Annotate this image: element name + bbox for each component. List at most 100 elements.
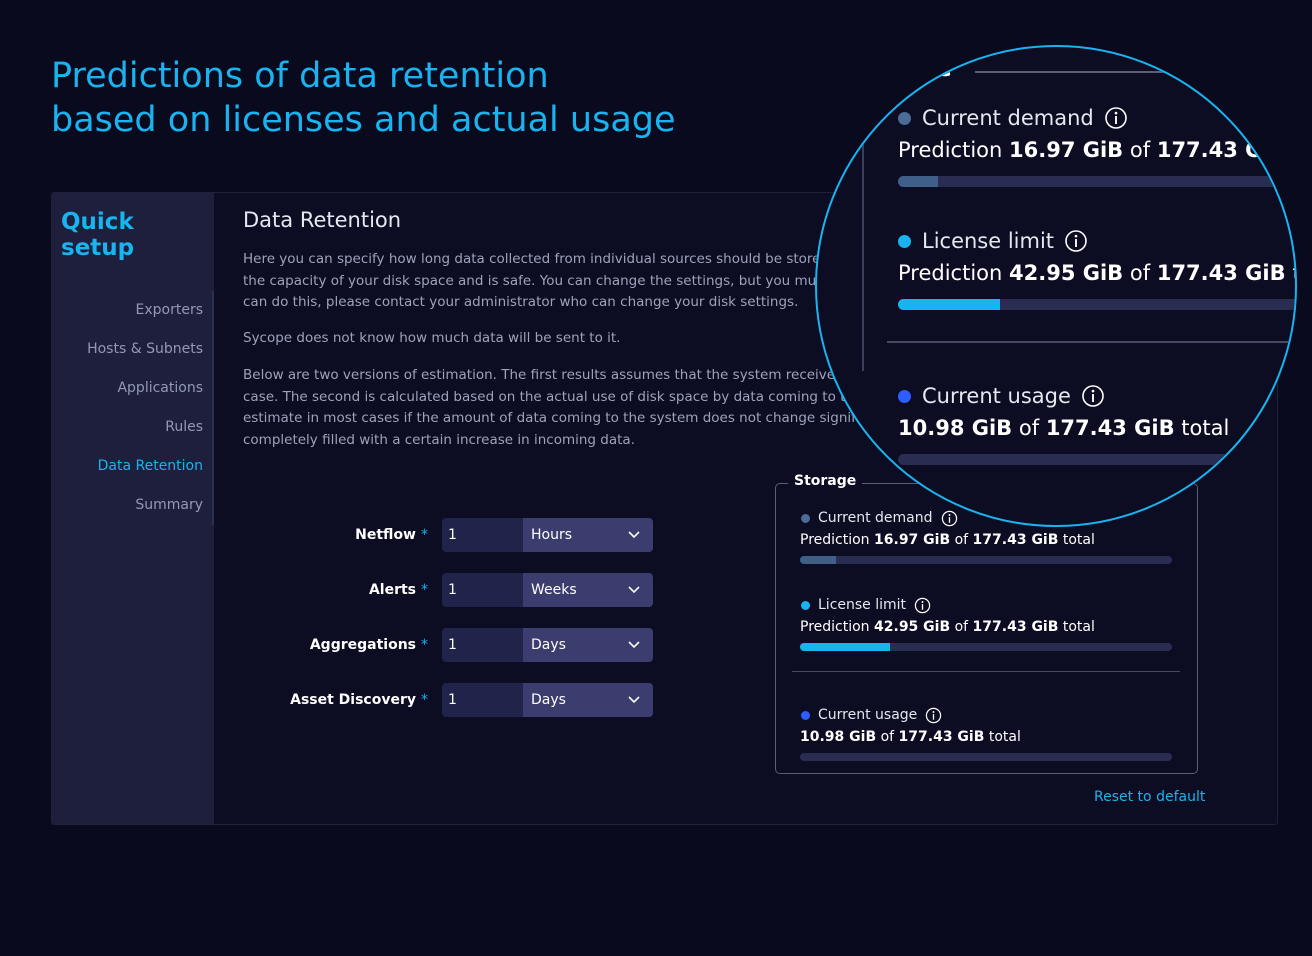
info-icon[interactable] [1081,384,1105,408]
asset-discovery-value-input[interactable] [442,683,523,717]
zoom-edge-text-fragment: is r [1275,412,1297,428]
suffix-text: total [1062,532,1095,548]
required-mark: * [421,582,428,598]
current-usage-bar [800,753,1172,761]
description-line: Sycope does not know how much data will … [243,330,621,346]
alerts-label-text: Alerts [368,582,416,598]
asset-discovery-label-text: Asset Discovery [290,692,416,708]
netflow-unit-label: Hours [531,527,573,543]
page-title: Data Retention [243,208,402,232]
info-icon[interactable] [1064,229,1088,253]
current-demand-prediction: Prediction 16.97 GiB of 177.43 GiB total [800,532,1172,548]
description-line: estimate in most cases if the amount of … [243,410,863,427]
of-text: of [954,619,969,635]
sidebar-item-applications[interactable]: Applications [52,369,214,408]
info-icon[interactable] [914,597,931,614]
form-row-netflow: Netflow * Hours [214,518,654,552]
suffix-text: total [1062,619,1095,635]
suffix-text: total [1292,261,1295,285]
info-icon[interactable] [925,707,942,724]
aggregations-unit-select[interactable]: Days [523,628,653,662]
prefix-text: Prediction [898,138,1003,162]
zoom-content: ge Current demand Prediction 16.97 GiB o… [817,47,1297,525]
total-value: 177.43 GiB [972,532,1059,548]
zoom-edge-text-fragment: t [1275,390,1281,406]
sidebar-item-data-retention[interactable]: Data Retention [52,447,214,486]
alerts-unit-select[interactable]: Weeks [523,573,653,607]
current-usage-label: Current usage [818,707,918,723]
headline-line-2: based on licenses and actual usage [51,100,676,140]
current-usage-metric: Current usage 10.98 GiB of 177.43 GiB to… [800,704,1172,761]
license-limit-header: License limit [800,594,1172,616]
aggregations-value-input[interactable] [442,628,523,662]
current-usage-dot [898,389,911,403]
zoom-panel-border [862,71,864,371]
usage-value: 10.98 GiB [898,416,1013,440]
current-usage-header: Current usage [800,704,1172,726]
zoom-current-demand: Current demand Prediction 16.97 GiB of 1… [898,103,1295,187]
total-value: 177.43 GiB [1156,138,1286,162]
zoom-current-usage-header: Current usage [898,381,1295,411]
asset-discovery-label: Asset Discovery * [290,683,428,717]
required-mark: * [421,637,428,653]
zoom-divider [887,341,1295,343]
sidebar-item-exporters[interactable]: Exporters [52,291,214,330]
aggregations-label: Aggregations * [310,628,428,662]
of-text: of [1129,138,1151,162]
of-text: of [1018,416,1040,440]
limit-value: 42.95 GiB [874,619,951,635]
headline-line-1: Predictions of data retention [51,56,549,96]
asset-discovery-unit-label: Days [531,692,566,708]
of-text: of [954,532,969,548]
asset-discovery-unit-select[interactable]: Days [523,683,653,717]
sidebar-item-summary[interactable]: Summary [52,486,214,525]
required-mark: * [421,692,428,708]
of-text: of [880,729,895,745]
current-demand-dot [801,513,810,523]
zoom-current-demand-bar-fill [898,176,939,187]
current-usage-value-line: 10.98 GiB of 177.43 GiB total [800,729,1172,745]
netflow-unit-select[interactable]: Hours [523,518,653,552]
total-value: 177.43 GiB [1045,416,1175,440]
form-row-alerts: Alerts * Weeks [214,573,654,607]
alerts-unit-label: Weeks [531,582,577,598]
license-limit-dot [801,600,810,610]
zoom-storage-legend-fragment: ge [921,57,952,82]
chevron-down-icon [628,586,640,594]
description-paragraph-3: Below are two versions of estimation. Th… [243,365,863,452]
description-line: can do this, please contact your adminis… [243,294,799,311]
sidebar-title: Quick setup [61,209,135,261]
description-line: Below are two versions of estimation. Th… [243,367,855,383]
reset-to-default-link[interactable]: Reset to default [1094,789,1205,805]
total-value: 177.43 GiB [898,729,985,745]
sidebar-item-hosts-subnets[interactable]: Hosts & Subnets [52,330,214,369]
alerts-value-input[interactable] [442,573,523,607]
info-icon[interactable] [1104,106,1128,130]
storage-panel: Storage Current demand Prediction 16.97 … [775,473,1198,774]
sidebar-item-rules[interactable]: Rules [52,408,214,447]
description-line: case. The second is calculated based on … [243,388,863,405]
netflow-value-input[interactable] [442,518,523,552]
description-paragraph-2: Sycope does not know how much data will … [243,328,863,350]
license-limit-metric: License limit Prediction 42.95 GiB of 17… [800,594,1172,651]
zoom-current-demand-prediction: Prediction 16.97 GiB of 177.43 GiB total [898,138,1295,162]
limit-value: 42.95 GiB [1009,261,1124,285]
prefix-text: Prediction [898,261,1003,285]
suffix-text: total [1292,138,1295,162]
license-limit-label: License limit [818,597,907,613]
demand-value: 16.97 GiB [1009,138,1124,162]
chevron-down-icon [628,531,640,539]
zoom-magnifier: ge Current demand Prediction 16.97 GiB o… [815,45,1297,527]
zoom-license-limit-label: License limit [922,229,1055,253]
license-limit-dot [898,234,911,248]
sidebar-nav: Exporters Hosts & Subnets Applications R… [52,291,214,525]
zoom-license-limit-header: License limit [898,226,1295,256]
license-limit-bar [800,643,1172,651]
zoom-current-usage-value-line: 10.98 GiB of 177.43 GiB total [898,416,1295,440]
netflow-label: Netflow * [355,518,428,552]
zoom-current-usage-bar [898,454,1295,465]
suffix-text: total [1181,416,1230,440]
zoom-license-limit-bar-fill [898,299,1000,310]
zoom-current-demand-label: Current demand [922,106,1094,130]
description-line: completely filled with a certain increas… [243,432,635,449]
